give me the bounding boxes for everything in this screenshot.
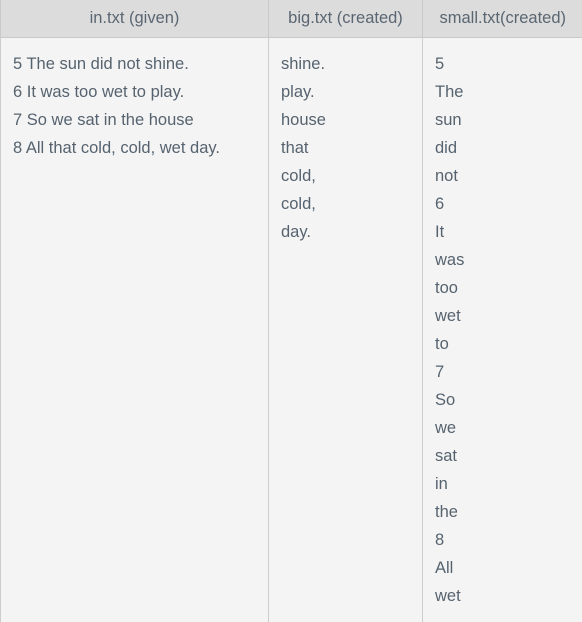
text-line: cold, xyxy=(281,167,316,185)
in-txt-lines: 5 The sun did not shine. 6 It was too wet… xyxy=(13,50,258,162)
text-line: The xyxy=(435,83,464,101)
text-line: we xyxy=(435,419,457,437)
cell-small-txt: 5 The sun did not 6 It was too wet to 7 So we sat in the… xyxy=(422,37,582,622)
table-header-row: in.txt (given) big.txt (created) small.t… xyxy=(0,0,582,38)
text-line: play. xyxy=(281,83,315,101)
table-body: 5 The sun did not shine. 6 It was too wet… xyxy=(0,37,582,622)
column-header-in-txt: in.txt (given) xyxy=(0,0,269,38)
text-line: to xyxy=(435,335,449,353)
table-row: 5 The sun did not shine. 6 It was too wet… xyxy=(0,37,582,622)
text-line: that xyxy=(281,139,309,157)
text-line: 5 The sun did not shine. xyxy=(13,55,189,73)
file-comparison-table: in.txt (given) big.txt (created) small.t… xyxy=(0,0,582,622)
text-line: the xyxy=(435,503,458,521)
text-line: 5 xyxy=(435,55,445,73)
text-line: shine. xyxy=(281,55,326,73)
text-line: in xyxy=(435,475,448,493)
text-line: 6 xyxy=(435,195,445,213)
text-line: day. xyxy=(281,223,311,241)
text-line: wet xyxy=(435,587,461,605)
text-line: cold, xyxy=(281,195,316,213)
cell-in-txt: 5 The sun did not shine. 6 It was too wet… xyxy=(0,37,269,622)
text-line: wet xyxy=(435,307,461,325)
table-header: in.txt (given) big.txt (created) small.t… xyxy=(0,0,582,38)
column-header-big-txt: big.txt (created) xyxy=(268,0,423,38)
column-header-small-txt: small.txt(created) xyxy=(422,0,582,38)
small-txt-lines: 5 The sun did not 6 It was too wet to 7 So we sat in the… xyxy=(435,50,573,610)
cell-big-txt: shine. play. house that cold, cold, day. xyxy=(268,37,423,622)
text-line: was xyxy=(435,251,465,269)
big-txt-lines: shine. play. house that cold, cold, day. xyxy=(281,50,412,246)
text-line: 6 It was too wet to play. xyxy=(13,83,185,101)
text-line: All xyxy=(435,559,454,577)
text-line: 8 xyxy=(435,531,445,549)
text-line: 7 So we sat in the house xyxy=(13,111,194,129)
text-line: It xyxy=(435,223,445,241)
text-line: sat xyxy=(435,447,458,465)
text-line: did xyxy=(435,139,458,157)
text-line: house xyxy=(281,111,326,129)
file-comparison-panel: in.txt (given) big.txt (created) small.t… xyxy=(0,0,582,622)
text-line: too xyxy=(435,279,458,297)
text-line: 8 All that cold, cold, wet day. xyxy=(13,139,220,157)
text-line: 7 xyxy=(435,363,445,381)
text-line: So xyxy=(435,391,456,409)
text-line: sun xyxy=(435,111,462,129)
text-line: not xyxy=(435,167,458,185)
